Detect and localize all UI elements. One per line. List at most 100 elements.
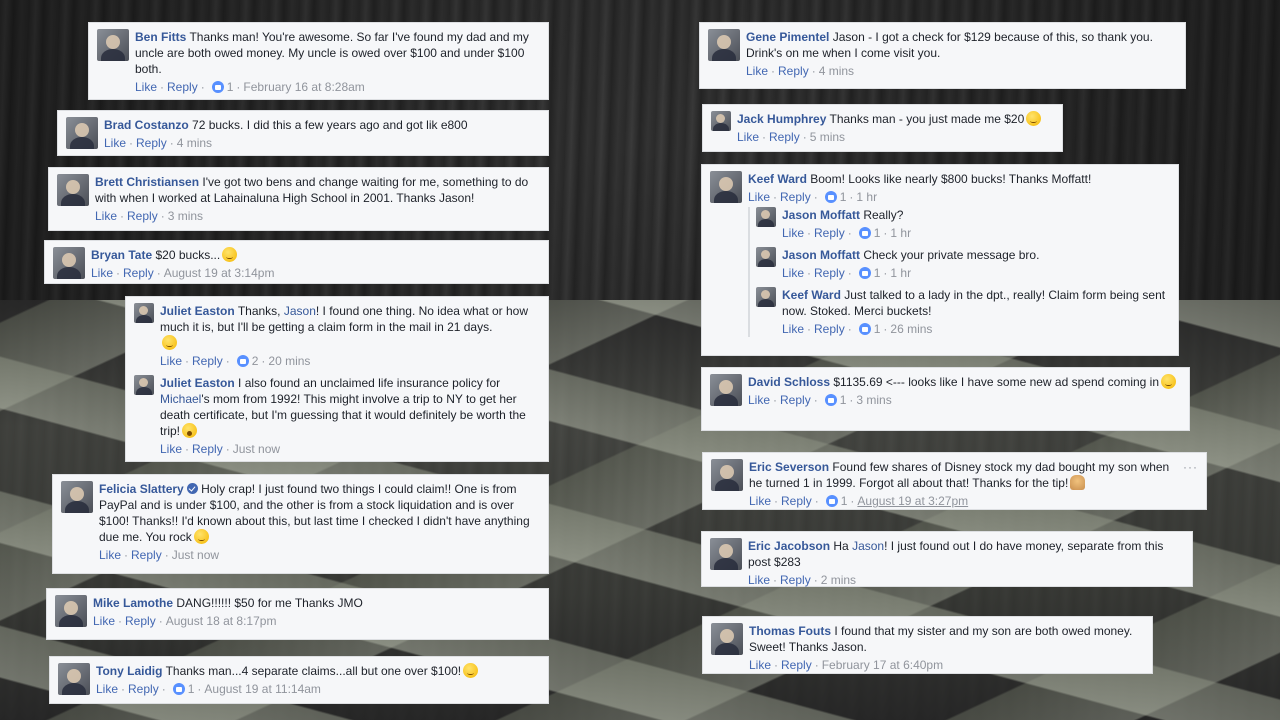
commenter-name[interactable]: Eric Jacobson [748, 539, 830, 553]
timestamp[interactable]: August 18 at 8:17pm [166, 614, 277, 628]
timestamp[interactable]: 5 mins [810, 130, 845, 144]
commenter-name[interactable]: Felicia Slattery [99, 482, 184, 496]
avatar[interactable] [711, 111, 731, 131]
timestamp[interactable]: Just now [172, 548, 219, 562]
like-link[interactable]: Like [99, 548, 121, 562]
timestamp[interactable]: 20 mins [268, 354, 310, 368]
avatar[interactable] [66, 117, 98, 149]
timestamp[interactable]: 3 mins [168, 209, 203, 223]
commenter-name[interactable]: Brad Costanzo [104, 118, 189, 132]
avatar[interactable] [710, 538, 742, 570]
timestamp[interactable]: 4 mins [819, 64, 854, 78]
like-link[interactable]: Like [737, 130, 759, 144]
reply-link[interactable]: Reply [123, 266, 154, 280]
avatar[interactable] [97, 29, 129, 61]
reply-link[interactable]: Reply [814, 266, 845, 280]
like-count[interactable]: 1 [874, 226, 881, 240]
like-count[interactable]: 1 [840, 190, 847, 204]
reply-link[interactable]: Reply [780, 190, 811, 204]
commenter-name[interactable]: Brett Christiansen [95, 175, 199, 189]
like-link[interactable]: Like [748, 573, 770, 587]
reply-link[interactable]: Reply [192, 442, 223, 456]
timestamp[interactable]: February 16 at 8:28am [243, 80, 364, 94]
mention-link[interactable]: Jason [852, 539, 884, 553]
mention-link[interactable]: Michael [160, 392, 201, 406]
commenter-name[interactable]: Eric Severson [749, 460, 829, 474]
like-count[interactable]: 1 [188, 682, 195, 696]
timestamp[interactable]: Just now [233, 442, 280, 456]
avatar[interactable] [55, 595, 87, 627]
like-link[interactable]: Like [93, 614, 115, 628]
timestamp[interactable]: 2 mins [821, 573, 856, 587]
avatar[interactable] [756, 207, 776, 227]
reply-link[interactable]: Reply [778, 64, 809, 78]
like-count[interactable]: 1 [874, 322, 881, 336]
timestamp[interactable]: August 19 at 3:27pm [857, 494, 968, 508]
reply-link[interactable]: Reply [769, 130, 800, 144]
like-link[interactable]: Like [782, 322, 804, 336]
like-count[interactable]: 2 [252, 354, 259, 368]
like-link[interactable]: Like [135, 80, 157, 94]
timestamp[interactable]: 4 mins [177, 136, 212, 150]
like-link[interactable]: Like [749, 658, 771, 672]
reply-link[interactable]: Reply [781, 658, 812, 672]
avatar[interactable] [134, 303, 154, 323]
reply-link[interactable]: Reply [125, 614, 156, 628]
commenter-name[interactable]: Tony Laidig [96, 664, 162, 678]
reply-link[interactable]: Reply [814, 322, 845, 336]
reply-link[interactable]: Reply [136, 136, 167, 150]
timestamp[interactable]: August 19 at 3:14pm [164, 266, 275, 280]
reply-link[interactable]: Reply [192, 354, 223, 368]
timestamp[interactable]: August 19 at 11:14am [204, 682, 321, 696]
avatar[interactable] [710, 171, 742, 203]
avatar[interactable] [53, 247, 85, 279]
avatar[interactable] [756, 287, 776, 307]
commenter-name[interactable]: Ben Fitts [135, 30, 186, 44]
commenter-name[interactable]: David Schloss [748, 375, 830, 389]
like-link[interactable]: Like [748, 393, 770, 407]
commenter-name[interactable]: Jason Moffatt [782, 208, 860, 222]
like-link[interactable]: Like [96, 682, 118, 696]
reply-link[interactable]: Reply [128, 682, 159, 696]
like-link[interactable]: Like [748, 190, 770, 204]
timestamp[interactable]: 3 mins [856, 393, 891, 407]
avatar[interactable] [134, 375, 154, 395]
mention-link[interactable]: Jason [284, 304, 316, 318]
commenter-name[interactable]: Juliet Easton [160, 304, 235, 318]
avatar[interactable] [711, 623, 743, 655]
like-link[interactable]: Like [104, 136, 126, 150]
avatar[interactable] [711, 459, 743, 491]
commenter-name[interactable]: Juliet Easton [160, 376, 235, 390]
like-link[interactable]: Like [782, 266, 804, 280]
commenter-name[interactable]: Jason Moffatt [782, 248, 860, 262]
commenter-name[interactable]: Keef Ward [748, 172, 807, 186]
timestamp[interactable]: 1 hr [890, 266, 911, 280]
reply-link[interactable]: Reply [780, 393, 811, 407]
reply-link[interactable]: Reply [127, 209, 158, 223]
like-count[interactable]: 1 [840, 393, 847, 407]
commenter-name[interactable]: Thomas Fouts [749, 624, 831, 638]
avatar[interactable] [708, 29, 740, 61]
reply-link[interactable]: Reply [780, 573, 811, 587]
timestamp[interactable]: 1 hr [856, 190, 877, 204]
commenter-name[interactable]: Keef Ward [782, 288, 841, 302]
timestamp[interactable]: February 17 at 6:40pm [822, 658, 943, 672]
reply-link[interactable]: Reply [814, 226, 845, 240]
like-count[interactable]: 1 [227, 80, 234, 94]
like-link[interactable]: Like [95, 209, 117, 223]
timestamp[interactable]: 1 hr [890, 226, 911, 240]
avatar[interactable] [58, 663, 90, 695]
like-link[interactable]: Like [91, 266, 113, 280]
like-link[interactable]: Like [746, 64, 768, 78]
commenter-name[interactable]: Gene Pimentel [746, 30, 829, 44]
like-link[interactable]: Like [160, 354, 182, 368]
avatar[interactable] [756, 247, 776, 267]
like-count[interactable]: 1 [841, 494, 848, 508]
avatar[interactable] [710, 374, 742, 406]
like-link[interactable]: Like [749, 494, 771, 508]
reply-link[interactable]: Reply [131, 548, 162, 562]
like-link[interactable]: Like [160, 442, 182, 456]
reply-link[interactable]: Reply [167, 80, 198, 94]
commenter-name[interactable]: Jack Humphrey [737, 112, 826, 126]
more-options-icon[interactable]: ··· [1183, 459, 1198, 475]
